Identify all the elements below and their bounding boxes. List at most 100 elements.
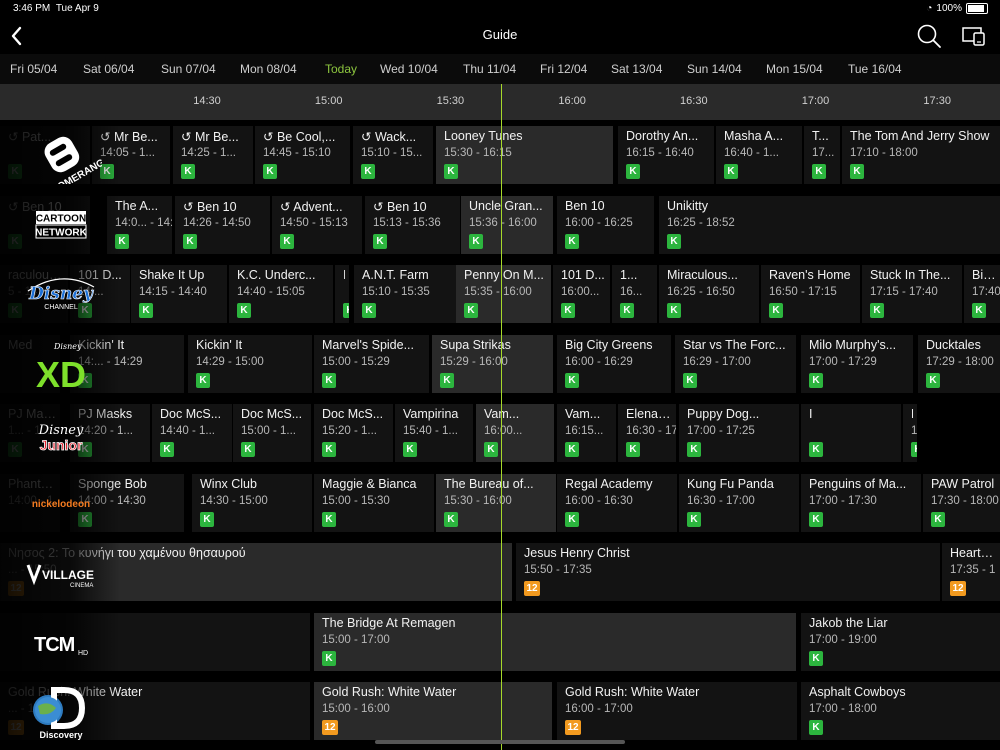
- day-tab[interactable]: Fri 12/04: [540, 62, 587, 76]
- disney-junior-logo[interactable]: Disney Junior: [20, 404, 102, 462]
- program-title-text: Bizaa: [972, 268, 996, 282]
- svg-text:CHANNEL: CHANNEL: [44, 304, 78, 311]
- program-time: 17:30 - 18:00: [911, 425, 917, 437]
- day-tab[interactable]: Mon 08/04: [240, 62, 297, 76]
- program-time: 17:29 - 18:00: [926, 355, 994, 368]
- program-cell[interactable]: Jesus Henry Christ 15:50 - 17:35 12: [516, 543, 940, 601]
- program-cell[interactable]: Penny On M... 15:35 - 16:00 K: [456, 265, 551, 323]
- program-time: 15:10 - 15:35: [362, 286, 430, 298]
- program-cell[interactable]: Looney Tunes 15:30 - 16:15 K: [436, 126, 613, 184]
- program-cell[interactable]: ↺ Mr Be... 14:25 - 1... K: [173, 126, 253, 184]
- program-cell[interactable]: 1... 16... K: [612, 265, 657, 323]
- program-cell[interactable]: Milo Murphy's... 17:00 - 17:29 K: [801, 334, 913, 393]
- day-tab[interactable]: Tue 16/04: [848, 62, 902, 76]
- program-cell[interactable]: Miraculous... 16:25 - 16:50 K: [659, 265, 759, 323]
- program-cell[interactable]: ↺ Ben 10 15:13 - 15:36 K: [365, 195, 460, 254]
- program-title-text: Ben 10: [565, 198, 605, 213]
- program-cell[interactable]: Regal Academy 16:00 - 16:30 K: [557, 473, 677, 532]
- program-cell[interactable]: Doc McS... 15:20 - 1... K: [314, 404, 393, 462]
- program-cell[interactable]: Shake It Up 14:15 - 14:40 K: [131, 265, 227, 323]
- cast-button[interactable]: [960, 24, 988, 48]
- program-cell[interactable]: Gold Rush: White Water 15:00 - 16:00 12: [314, 682, 552, 740]
- program-cell[interactable]: Gold Rush: White Water 16:00 - 17:00 12: [557, 682, 797, 740]
- program-cell[interactable]: Ducktales 17:29 - 18:00 K: [918, 334, 1000, 393]
- program-cell[interactable]: Vampirina 15:40 - 1... K: [395, 404, 473, 462]
- day-tab[interactable]: Sat 06/04: [83, 62, 134, 76]
- tcm-hd-logo[interactable]: TCM HD: [20, 613, 102, 671]
- program-cell[interactable]: Vam... 16:15... K: [557, 404, 616, 462]
- program-title-text: Masha A...: [724, 129, 784, 143]
- program-cell[interactable]: Uncle Gran... 15:36 - 16:00 K: [461, 195, 553, 254]
- program-cell[interactable]: Winx Club 14:30 - 15:00 K: [192, 473, 312, 532]
- program-title-text: PAW Patrol: [931, 476, 995, 491]
- program-cell[interactable]: Heartbre 17:35 - 1 12: [942, 543, 1000, 601]
- program-cell[interactable]: Dorothy An... 16:15 - 16:40 K: [618, 126, 714, 184]
- program-cell[interactable]: Bizaa 17:40 K: [964, 265, 1000, 323]
- program-cell[interactable]: Ben 10 16:00 - 16:25 K: [557, 195, 654, 254]
- village-cinema-logo[interactable]: VILLAGE CINEMA: [20, 543, 102, 601]
- discovery-logo[interactable]: Discovery: [20, 682, 102, 740]
- program-cell[interactable]: Masha A... 16:40 - 1... K: [716, 126, 802, 184]
- program-cell[interactable]: Kung Fu Panda 16:30 - 17:00 K: [679, 473, 799, 532]
- kids-rating-badge: K: [196, 372, 210, 388]
- disney-xd-logo[interactable]: Disney XD: [20, 335, 102, 393]
- search-button[interactable]: [915, 22, 943, 50]
- program-cell[interactable]: Mickey And 17:30 - 18:00 K: [903, 404, 917, 462]
- day-tab[interactable]: Wed 10/04: [380, 62, 438, 76]
- program-cell[interactable]: ↺ Wack... 15:10 - 15... K: [353, 126, 433, 184]
- day-tab[interactable]: Thu 11/04: [463, 62, 516, 76]
- program-cell[interactable]: Penguins of Ma... 17:00 - 17:30 K: [801, 473, 921, 532]
- program-cell[interactable]: Kickin' It 14:29 - 15:00 K: [188, 334, 312, 393]
- program-cell[interactable]: K.C. Underc... 14:40 - 15:05 K: [229, 265, 333, 323]
- kids-rating-badge: K: [809, 650, 823, 666]
- day-tab[interactable]: Mon 15/04: [766, 62, 823, 76]
- day-tab[interactable]: Today: [325, 62, 357, 76]
- program-cell[interactable]: Star vs The Forc... 16:29 - 17:00 K: [675, 334, 796, 393]
- program-cell[interactable]: Vam... 16:00... K: [476, 404, 554, 462]
- program-cell[interactable]: Stuck In The... 17:15 - 17:40 K: [862, 265, 962, 323]
- day-tab[interactable]: Sun 14/04: [687, 62, 742, 76]
- boomerang-logo[interactable]: BOOMERANG: [20, 126, 102, 184]
- day-tab[interactable]: Sat 13/04: [611, 62, 662, 76]
- program-cell[interactable]: ↺ Ben 10 14:26 - 14:50 K: [175, 195, 270, 254]
- kids-rating-badge: K: [237, 303, 251, 318]
- program-cell[interactable]: Doc McS... 15:00 - 1... K: [233, 404, 311, 462]
- program-time: 17:40: [972, 286, 1000, 298]
- program-cell[interactable]: Jakob the Liar 17:00 - 19:00 K: [801, 612, 1000, 671]
- program-cell[interactable]: Maggie & Bianca 15:00 - 15:30 K: [314, 473, 434, 532]
- day-tab[interactable]: Fri 05/04: [10, 62, 57, 76]
- program-cell[interactable]: ↺ Mr Be... 14:05 - 1... K: [92, 126, 170, 184]
- disney-channel-logo[interactable]: Disney CHANNEL: [20, 265, 102, 323]
- program-cell[interactable]: T... 17... K: [804, 126, 840, 184]
- program-cell[interactable]: The Bridge At Remagen 15:00 - 17:00 K: [314, 612, 796, 671]
- cartoon-network-logo[interactable]: CARTOON NETWORK: [20, 196, 102, 254]
- program-cell[interactable]: ↺ Advent... 14:50 - 15:13 K: [272, 195, 362, 254]
- program-cell[interactable]: PAW Patrol 17:30 - 18:00 K: [923, 473, 1000, 532]
- program-cell[interactable]: The A... 14:0... - 14:... K: [107, 195, 172, 254]
- svg-text:HD: HD: [78, 650, 88, 657]
- program-cell[interactable]: Asphalt Cowboys 17:00 - 18:00 K: [801, 682, 1000, 740]
- day-tab[interactable]: Sun 07/04: [161, 62, 216, 76]
- program-cell[interactable]: IK: [801, 404, 901, 462]
- nickelodeon-logo[interactable]: nickelodeon: [20, 474, 102, 532]
- program-cell[interactable]: Unikitty 16:25 - 18:52 K: [659, 195, 1000, 254]
- time-label: 15:30: [436, 95, 465, 107]
- program-cell[interactable]: The Tom And Jerry Show 17:10 - 18:00 K: [842, 126, 1000, 184]
- program-cell[interactable]: The Bureau of... 15:30 - 16:00 K: [436, 473, 556, 532]
- program-cell[interactable]: Raven's Home 16:50 - 17:15 K: [761, 265, 860, 323]
- program-title-text: Gold Rush: White Water: [565, 685, 700, 699]
- program-cell[interactable]: IK: [335, 265, 349, 323]
- program-time: 16:15...: [565, 425, 604, 437]
- program-cell[interactable]: Elena Of Avalor 16:30 - 17:00 K: [618, 404, 676, 462]
- program-cell[interactable]: Puppy Dog... 17:00 - 17:25 K: [679, 404, 799, 462]
- horizontal-scrollbar[interactable]: [375, 740, 625, 744]
- program-cell[interactable]: 101 D... 16:00... K: [553, 265, 610, 323]
- channel-row: Phantom 14:00 - 1... Sponge Bob 14:00 - 14:…: [0, 467, 1000, 537]
- program-cell[interactable]: Doc McS... 14:40 - 1... K: [152, 404, 232, 462]
- program-cell[interactable]: Big City Greens 16:00 - 16:29 K: [557, 334, 671, 393]
- program-cell[interactable]: Marvel's Spide... 15:00 - 15:29 K: [314, 334, 429, 393]
- program-cell[interactable]: A.N.T. Farm 15:10 - 15:35 K: [354, 265, 456, 323]
- program-title: Vam...: [565, 407, 612, 421]
- program-cell[interactable]: ↺ Be Cool,... 14:45 - 15:10 K: [255, 126, 350, 184]
- program-cell[interactable]: Supa Strikas 15:29 - 16:00 K: [432, 334, 553, 393]
